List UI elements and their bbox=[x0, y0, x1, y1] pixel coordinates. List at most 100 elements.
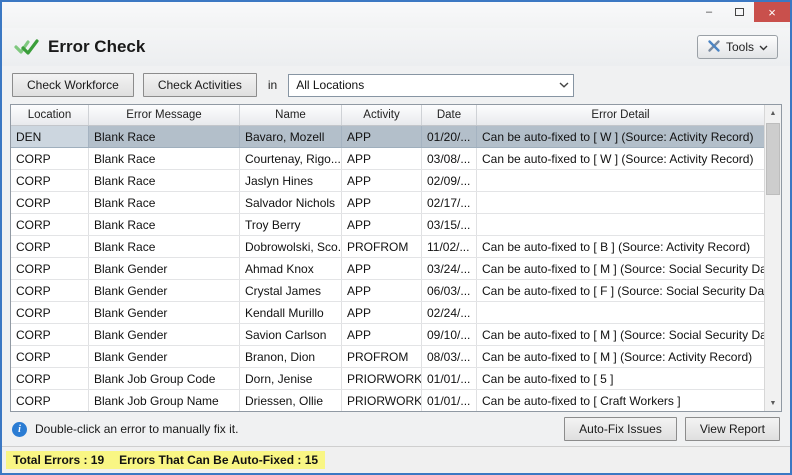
status-highlight: Total Errors : 19 Errors That Can Be Aut… bbox=[6, 451, 326, 469]
table-grid: Location Error Message Name Activity Date Err… bbox=[11, 105, 764, 411]
table-cell: Blank Race bbox=[89, 126, 240, 147]
table-cell: CORP bbox=[11, 346, 89, 367]
table-row[interactable]: CORP Blank Race Salvador Nichols APP 02/17/.… bbox=[11, 192, 764, 214]
table-cell: Blank Gender bbox=[89, 346, 240, 367]
column-header-error-message[interactable]: Error Message bbox=[89, 105, 240, 125]
vertical-scrollbar[interactable]: ▲ ▼ bbox=[764, 105, 781, 411]
table-cell: CORP bbox=[11, 280, 89, 301]
view-report-button[interactable]: View Report bbox=[684, 417, 780, 441]
table-cell: Can be auto-fixed to [ W ] (Source: Acti… bbox=[482, 129, 754, 144]
auto-fix-issues-button[interactable]: Auto-Fix Issues bbox=[564, 417, 677, 441]
table-cell: 01/01/... bbox=[422, 368, 477, 389]
table-cell: Kendall Murillo bbox=[240, 302, 342, 323]
header: Error Check Tools bbox=[2, 28, 790, 66]
table-row[interactable]: CORP Blank Job Group Name Driessen, Ollie P… bbox=[11, 390, 764, 411]
table-cell: Blank Job Group Code bbox=[89, 368, 240, 389]
table-row[interactable]: CORP Blank Race Troy Berry APP 03/15/... bbox=[11, 214, 764, 236]
column-header-activity[interactable]: Activity bbox=[342, 105, 422, 125]
table-row[interactable]: CORP Blank Gender Crystal James APP 06/03/..… bbox=[11, 280, 764, 302]
table-cell: Blank Gender bbox=[89, 324, 240, 345]
page-title: Error Check bbox=[48, 37, 146, 56]
table-cell: Crystal James bbox=[240, 280, 342, 301]
table-cell: Driessen, Ollie bbox=[240, 390, 342, 411]
table-row[interactable]: DEN Blank Race Bavaro, Mozell APP 01/20/... C… bbox=[11, 126, 764, 148]
location-dropdown-value: All Locations bbox=[296, 78, 365, 92]
scroll-track[interactable] bbox=[765, 121, 781, 395]
table-cell: 11/02/... bbox=[422, 236, 477, 257]
table-cell: APP bbox=[342, 280, 422, 301]
table-cell: Blank Gender bbox=[89, 302, 240, 323]
chevron-down-icon bbox=[759, 40, 768, 54]
table-cell: PRIORWORKF... bbox=[342, 368, 422, 389]
table-cell: Blank Gender bbox=[89, 258, 240, 279]
table-cell bbox=[477, 170, 764, 191]
table-cell: Ahmad Knox bbox=[240, 258, 342, 279]
window-controls: – × bbox=[694, 2, 790, 22]
table-cell bbox=[477, 214, 764, 235]
scroll-thumb[interactable] bbox=[766, 123, 780, 195]
table-cell: CORP bbox=[11, 192, 89, 213]
location-dropdown[interactable]: All Locations bbox=[288, 73, 575, 97]
table-cell: PRIORWORKF... bbox=[342, 390, 422, 411]
table-cell: CORP bbox=[11, 390, 89, 411]
column-header-date[interactable]: Date bbox=[422, 105, 477, 125]
table-cell bbox=[477, 192, 764, 213]
table-cell: 03/08/... bbox=[422, 148, 477, 169]
table-cell: Can be auto-fixed to [ B ] (Source: Acti… bbox=[482, 239, 751, 254]
column-header-error-detail[interactable]: Error Detail bbox=[477, 105, 764, 125]
scroll-up-button[interactable]: ▲ bbox=[765, 105, 781, 121]
table-row[interactable]: CORP Blank Race Jaslyn Hines APP 02/09/... bbox=[11, 170, 764, 192]
error-check-window: – × Error Check Tools Check Workforce Ch… bbox=[0, 0, 792, 475]
table-cell: Blank Race bbox=[89, 192, 240, 213]
tools-label: Tools bbox=[725, 40, 754, 54]
table-cell: APP bbox=[342, 192, 422, 213]
table-cell: Dobrowolski, Sco... bbox=[240, 236, 342, 257]
table-cell: Jaslyn Hines bbox=[240, 170, 342, 191]
table-row[interactable]: CORP Blank Gender Savion Carlson APP 09/10/.… bbox=[11, 324, 764, 346]
close-icon: × bbox=[768, 4, 776, 20]
table-row[interactable]: CORP Blank Gender Kendall Murillo APP 02/24/… bbox=[11, 302, 764, 324]
close-button[interactable]: × bbox=[754, 2, 790, 22]
table-cell: DEN bbox=[11, 126, 89, 147]
table-cell bbox=[477, 302, 764, 323]
check-activities-button[interactable]: Check Activities bbox=[142, 73, 257, 97]
table-header-row: Location Error Message Name Activity Date Err… bbox=[11, 105, 764, 126]
minimize-button[interactable]: – bbox=[694, 2, 724, 22]
table-body: DEN Blank Race Bavaro, Mozell APP 01/20/... C… bbox=[11, 126, 764, 411]
maximize-button[interactable] bbox=[724, 2, 754, 22]
table-cell: APP bbox=[342, 302, 422, 323]
table-cell: APP bbox=[342, 170, 422, 191]
table-row[interactable]: CORP Blank Race Dobrowolski, Sco... PROFROM… bbox=[11, 236, 764, 258]
table-cell: 02/17/... bbox=[422, 192, 477, 213]
table-row[interactable]: CORP Blank Race Courtenay, Rigo... APP 03/08… bbox=[11, 148, 764, 170]
table-row[interactable]: CORP Blank Job Group Code Dorn, Jenise PRIO… bbox=[11, 368, 764, 390]
table-cell: 01/01/... bbox=[422, 390, 477, 411]
table-cell: Blank Race bbox=[89, 236, 240, 257]
table-cell: Can be auto-fixed to [ Craft Workers ] bbox=[482, 393, 681, 408]
toolbar: Check Workforce Check Activities in All … bbox=[2, 66, 790, 104]
table-cell: 03/15/... bbox=[422, 214, 477, 235]
column-header-name[interactable]: Name bbox=[240, 105, 342, 125]
table-cell: 02/24/... bbox=[422, 302, 477, 323]
table-cell: CORP bbox=[11, 236, 89, 257]
tools-button[interactable]: Tools bbox=[696, 35, 778, 59]
table-cell: 06/03/... bbox=[422, 280, 477, 301]
table-cell: Blank Race bbox=[89, 148, 240, 169]
table-cell: APP bbox=[342, 324, 422, 345]
chevron-down-icon bbox=[554, 82, 573, 88]
table-cell: APP bbox=[342, 126, 422, 147]
table-cell: Can be auto-fixed to [ M ] (Source: Acti… bbox=[482, 349, 753, 364]
table-cell: Can be auto-fixed to [ M ] (Source: Soci… bbox=[482, 261, 764, 276]
column-header-location[interactable]: Location bbox=[11, 105, 89, 125]
table-cell: Can be auto-fixed to [ F ] (Source: Soci… bbox=[482, 283, 764, 298]
table-row[interactable]: CORP Blank Gender Ahmad Knox APP 03/24/... Ca… bbox=[11, 258, 764, 280]
maximize-icon bbox=[734, 8, 744, 16]
table-row[interactable]: CORP Blank Gender Branon, Dion PROFROM 08/03… bbox=[11, 346, 764, 368]
scroll-down-button[interactable]: ▼ bbox=[765, 395, 781, 411]
table-cell: PROFROM bbox=[342, 346, 422, 367]
footer: i Double-click an error to manually fix … bbox=[2, 412, 790, 446]
table-cell: 01/20/... bbox=[422, 126, 477, 147]
check-workforce-button[interactable]: Check Workforce bbox=[12, 73, 134, 97]
table-cell: Courtenay, Rigo... bbox=[240, 148, 342, 169]
table-cell: 08/03/... bbox=[422, 346, 477, 367]
